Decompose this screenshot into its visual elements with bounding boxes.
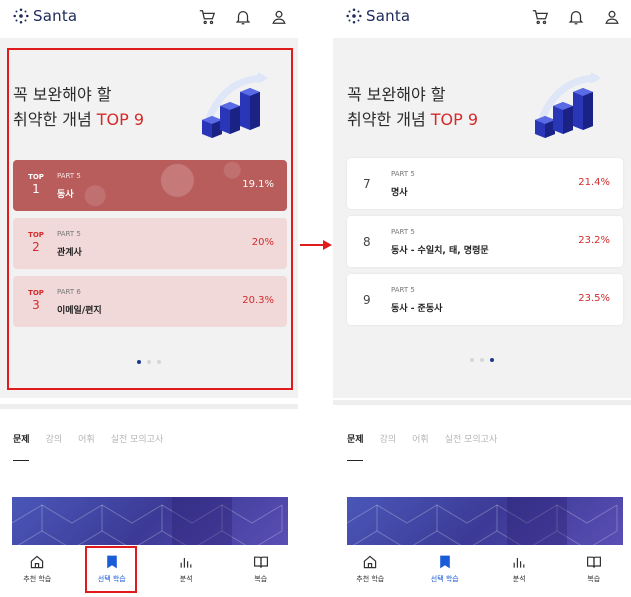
part-label: PART 5 [391,170,415,178]
nav-label: 분석 [179,575,193,583]
top-app-bar: Santa [0,0,298,36]
concept-name: 명사 [391,188,408,198]
book-icon [253,556,268,568]
title-line-2: 취약한 개념 [347,110,431,129]
nav-label: 분석 [512,575,526,583]
cart-icon[interactable] [531,8,549,26]
tab-vocabulary[interactable]: 어휘 [78,432,95,445]
nav-analysis[interactable]: 분석 [482,545,557,597]
nav-label: 추천 학습 [23,575,52,583]
bottom-navigation: 추천 학습 선택 학습 분석 복습 [0,545,298,597]
weak-concept-card-rank-7[interactable]: 7 PART 5 명사 21.4% [347,158,623,209]
santa-logo[interactable]: Santa [12,7,77,25]
concept-name: 동사 - 준동사 [391,304,443,314]
bottom-navigation: 추천 학습 선택 학습 분석 복습 [333,545,631,597]
tab-mock-test[interactable]: 실전 모의고사 [111,432,164,445]
screen-after: Santa 꼭 보완해야 할 취약한 개념 TOP 9 7 PART 5 명사 … [333,0,631,597]
weak-concepts-section: 꼭 보완해야 할 취약한 개념 TOP 9 7 PART 5 명사 21.4% [333,38,631,398]
user-icon[interactable] [603,8,621,26]
tab-lectures[interactable]: 강의 [380,432,397,445]
santa-logo-icon [346,8,362,24]
tab-mock-test[interactable]: 실전 모의고사 [445,432,498,445]
nav-review[interactable]: 복습 [224,545,299,597]
home-icon [364,555,377,569]
rank-number: 7 [363,177,371,191]
pager-dot-2[interactable] [480,358,484,362]
rank-number: 9 [363,293,371,307]
active-tab-indicator [13,460,29,461]
nav-recommended[interactable]: 추천 학습 [333,545,408,597]
santa-logo[interactable]: Santa [345,7,410,25]
bookmark-icon [439,555,450,569]
pager-dot-1[interactable] [470,358,474,362]
bar-chart-icon [180,558,192,568]
santa-logo-icon [13,8,29,24]
tab-lectures[interactable]: 강의 [46,432,63,445]
title-highlight: TOP 9 [430,110,479,129]
home-icon [31,555,44,569]
nav-review[interactable]: 복습 [557,545,631,597]
logo-text: Santa [366,7,411,25]
bar-chart-icon [513,558,525,568]
nav-label: 추천 학습 [356,575,385,583]
user-icon[interactable] [270,8,288,26]
tab-problems[interactable]: 문제 [13,432,30,445]
cart-icon[interactable] [198,8,216,26]
title-line-1: 꼭 보완해야 할 [347,85,446,104]
nav-selective[interactable]: 선택 학습 [408,545,483,597]
nav-label: 선택 학습 [430,575,459,583]
section-divider [333,400,631,405]
section-divider [0,404,298,409]
weak-concept-card-rank-8[interactable]: 8 PART 5 동사 - 수일치, 태, 명령문 23.2% [347,216,623,267]
bell-icon[interactable] [234,8,252,26]
top-app-bar: Santa [333,0,631,36]
tab-vocabulary[interactable]: 어휘 [412,432,429,445]
concept-percent: 23.2% [578,235,610,246]
banner-pattern [12,497,283,549]
nav-label: 복습 [254,575,268,583]
concept-percent: 21.4% [578,177,610,188]
nav-analysis[interactable]: 분석 [149,545,224,597]
logo-text: Santa [33,7,78,25]
pager-dot-3[interactable] [490,358,494,362]
part-label: PART 5 [391,286,415,294]
screen-before: Santa 꼭 보완해야 할 취약한 개념 TOP 9 TOP 1 PART 5… [0,0,298,597]
banner-pattern [347,497,618,549]
nav-recommended[interactable]: 추천 학습 [0,545,75,597]
concept-percent: 23.5% [578,293,610,304]
weak-concepts-title: 꼭 보완해야 할 취약한 개념 TOP 9 [347,82,478,132]
highlight-weak-concepts [7,48,293,390]
part-label: PART 5 [391,228,415,236]
tab-problems[interactable]: 문제 [347,432,364,445]
content-tabs: 문제 강의 어휘 실전 모의고사 [13,432,163,445]
content-banner[interactable] [347,497,623,549]
nav-label: 복습 [587,575,601,583]
weak-concept-card-rank-9[interactable]: 9 PART 5 동사 - 준동사 23.5% [347,274,623,325]
content-banner[interactable] [12,497,288,549]
highlight-selective-tab [85,546,137,593]
bell-icon[interactable] [567,8,585,26]
active-tab-indicator [347,460,363,461]
flow-arrow [300,240,332,250]
rank-number: 8 [363,235,371,249]
content-tabs: 문제 강의 어휘 실전 모의고사 [347,432,497,445]
concept-name: 동사 - 수일치, 태, 명령문 [391,246,489,256]
book-icon [586,556,601,568]
bar-growth-illustration [535,72,601,138]
carousel-pager [333,358,631,362]
